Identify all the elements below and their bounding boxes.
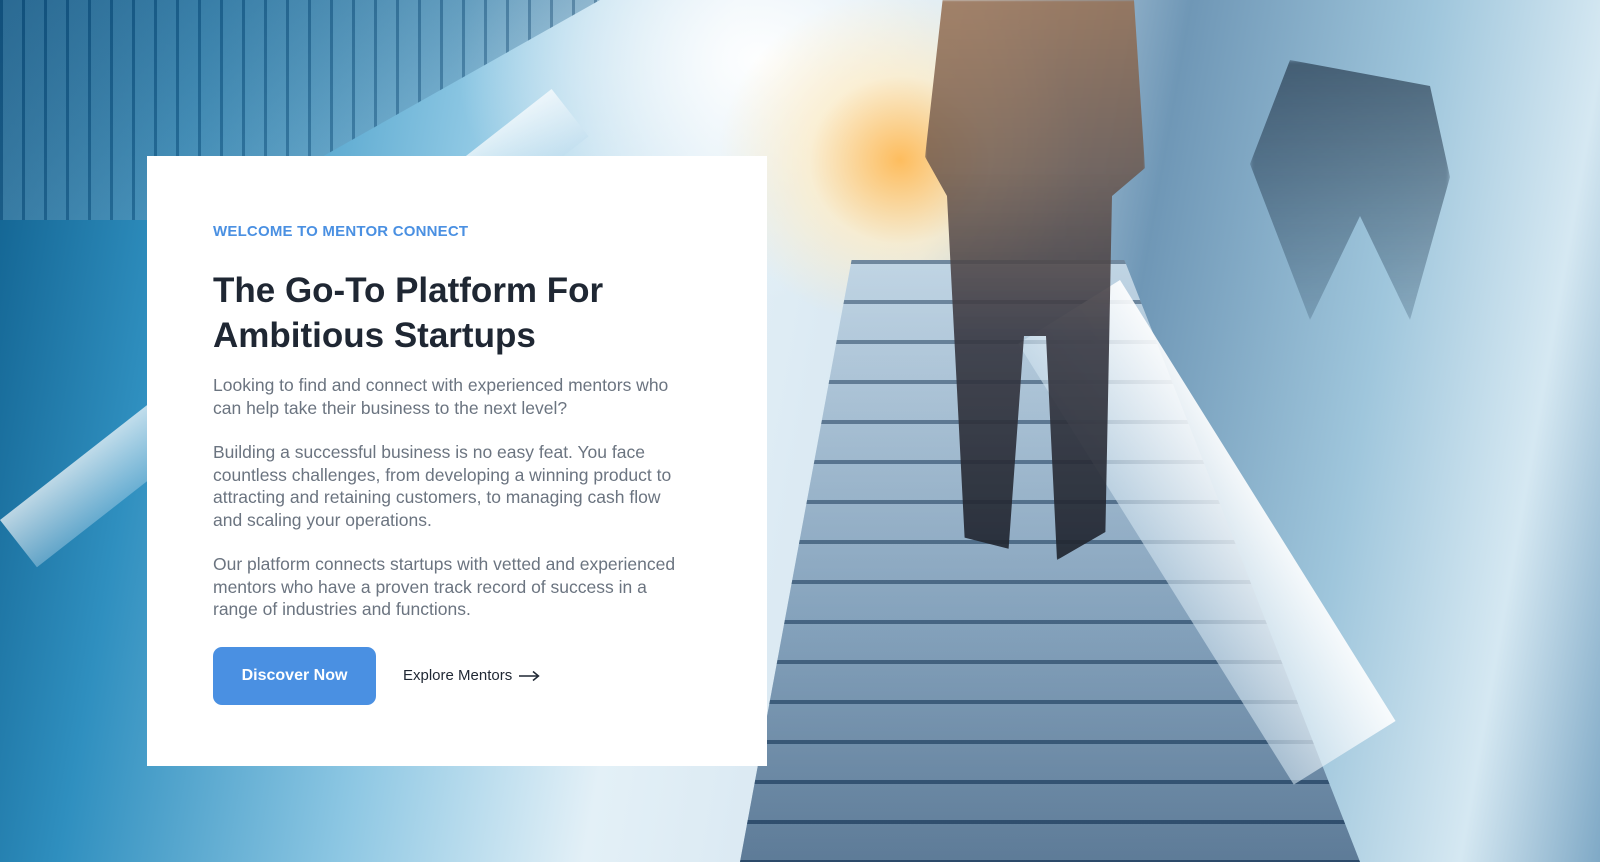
background-person-reflection xyxy=(1250,60,1450,320)
arrow-right-icon xyxy=(519,670,540,681)
explore-mentors-label: Explore Mentors xyxy=(403,667,513,684)
hero-paragraph-intro: Looking to find and connect with experie… xyxy=(213,375,669,418)
hero-title: The Go-To Platform For Ambitious Startup… xyxy=(213,271,604,355)
hero-paragraph-platform: Our platform connects startups with vett… xyxy=(213,554,676,619)
discover-now-button[interactable]: Discover Now xyxy=(213,646,376,705)
hero-section: WELCOME TO MENTOR CONNECT The Go-To Plat… xyxy=(0,0,1600,862)
hero-paragraph-challenges: Building a successful business is no eas… xyxy=(213,442,672,530)
hero-eyebrow: WELCOME TO MENTOR CONNECT xyxy=(213,223,469,240)
explore-mentors-link[interactable]: Explore Mentors xyxy=(403,667,540,684)
hero-actions: Discover Now Explore Mentors xyxy=(213,646,701,705)
hero-card: WELCOME TO MENTOR CONNECT The Go-To Plat… xyxy=(147,156,767,766)
